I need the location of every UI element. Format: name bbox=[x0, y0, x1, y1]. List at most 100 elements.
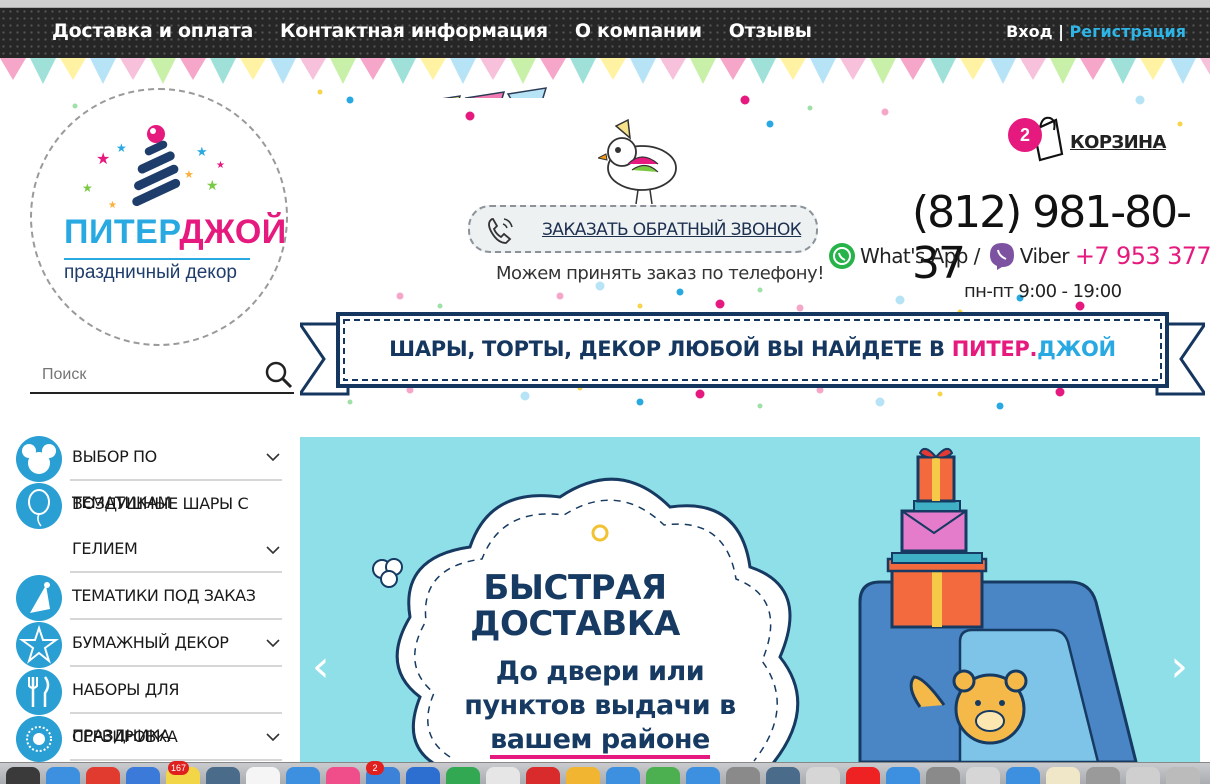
settings-icon[interactable] bbox=[726, 767, 760, 784]
sidebar-item-custom-themes[interactable]: ТЕМАТИКИ ПОД ЗАКАЗ bbox=[16, 573, 282, 621]
auth-links: Вход | Регистрация bbox=[1006, 22, 1186, 41]
preview-icon[interactable] bbox=[486, 767, 520, 784]
search-bar bbox=[30, 360, 294, 394]
nav-about-link[interactable]: О компании bbox=[575, 20, 702, 42]
chevron-down-icon[interactable] bbox=[266, 453, 280, 461]
svg-text:★: ★ bbox=[216, 160, 225, 171]
slider-next-arrow-icon[interactable]: › bbox=[1170, 641, 1188, 692]
sidebar-item-party-sets[interactable]: НАБОРЫ ДЛЯ ПРАЗДНИКА bbox=[16, 667, 282, 745]
sketch-icon[interactable] bbox=[566, 767, 600, 784]
confetti-dot bbox=[347, 399, 353, 405]
confetti-dot bbox=[636, 398, 644, 406]
confetti-dot bbox=[637, 303, 643, 309]
chevron-down-icon[interactable] bbox=[266, 546, 280, 554]
logo-tagline: праздничный декор bbox=[64, 258, 250, 284]
misc-icon[interactable] bbox=[1166, 767, 1200, 784]
confetti-dot bbox=[757, 403, 763, 409]
confetti-dot bbox=[766, 120, 774, 128]
logo-emblem-icon: ★ ★ ★ ★ ★ ★ ★ ★ bbox=[82, 125, 225, 211]
whatsapp-icon[interactable] bbox=[828, 242, 856, 270]
banner-subtitle-line1: До двери или bbox=[495, 656, 705, 687]
svg-text:★: ★ bbox=[96, 151, 110, 168]
confetti-dot bbox=[996, 402, 1004, 410]
calendar-icon[interactable] bbox=[846, 767, 880, 784]
telegram-icon[interactable] bbox=[606, 767, 640, 784]
viber-icon[interactable] bbox=[988, 241, 1016, 271]
cutlery-icon bbox=[16, 669, 62, 715]
banner-subtitle-line3: вашем районе bbox=[490, 724, 710, 759]
nav-contacts-link[interactable]: Контактная информация bbox=[280, 20, 548, 42]
top-menu: Доставка и оплата Контактная информация … bbox=[52, 20, 812, 42]
sidebar-item-paper-decor[interactable]: БУМАЖНЫЙ ДЕКОР bbox=[16, 620, 282, 668]
search-input[interactable] bbox=[42, 366, 262, 384]
sidebar-item-tableware[interactable]: СЕРВИРОВКА bbox=[16, 714, 282, 762]
confetti-dot bbox=[437, 303, 443, 309]
svg-text:★: ★ bbox=[184, 169, 194, 181]
notification-badge: 2 bbox=[366, 761, 384, 775]
sidebar-item-label: ВОЗДУШНЫЕ ШАРЫ С ГЕЛИЕМ bbox=[72, 494, 249, 558]
callback-button[interactable]: ЗАКАЗАТЬ ОБРАТНЫЙ ЗВОНОК bbox=[468, 205, 818, 253]
confetti-dot bbox=[72, 103, 78, 109]
folder-icon[interactable] bbox=[1006, 767, 1040, 784]
misc-icon[interactable] bbox=[1126, 767, 1160, 784]
skype-icon[interactable] bbox=[686, 767, 720, 784]
sidebar-item-label: СЕРВИРОВКА bbox=[72, 727, 178, 746]
confetti-dot bbox=[875, 397, 885, 407]
app-store-icon[interactable] bbox=[286, 767, 320, 784]
itunes-icon[interactable] bbox=[326, 767, 360, 784]
chevron-down-icon[interactable] bbox=[266, 639, 280, 647]
finder-icon[interactable] bbox=[6, 767, 40, 784]
documents-icon[interactable] bbox=[966, 767, 1000, 784]
mail-icon[interactable] bbox=[126, 767, 160, 784]
confetti-dot bbox=[715, 299, 725, 309]
textedit-icon[interactable] bbox=[806, 767, 840, 784]
category-sidebar: ВЫБОР ПО ТЕМАТИКАМ ВОЗДУШНЫЕ ШАРЫ С ГЕЛИ… bbox=[16, 434, 282, 762]
logo-brand-name[interactable]: ПИТЕРДЖОЙ bbox=[64, 213, 287, 252]
callback-label: ЗАКАЗАТЬ ОБРАТНЫЙ ЗВОНОК bbox=[542, 220, 802, 240]
mail-unread-badge: 167 bbox=[168, 761, 190, 775]
sidebar-item-themes[interactable]: ВЫБОР ПО ТЕМАТИКАМ bbox=[16, 434, 282, 512]
promo-banner-slider[interactable]: БЫСТРАЯ ДОСТАВКА До двери или пунктов вы… bbox=[300, 437, 1200, 762]
bird-illustration-icon bbox=[598, 118, 677, 205]
phone-order-note: Можем принять заказ по телефону! bbox=[496, 263, 824, 284]
slider-prev-arrow-icon[interactable]: ‹ bbox=[312, 641, 330, 692]
mobile-phone-number[interactable]: +7 953 3770235 bbox=[1075, 242, 1210, 270]
nav-delivery-link[interactable]: Доставка и оплата bbox=[52, 20, 253, 42]
music-icon[interactable] bbox=[246, 767, 280, 784]
chrome-icon[interactable] bbox=[86, 767, 120, 784]
register-link[interactable]: Регистрация bbox=[1070, 22, 1187, 41]
finder-folder-icon[interactable] bbox=[886, 767, 920, 784]
word-icon[interactable] bbox=[406, 767, 440, 784]
photos-icon[interactable] bbox=[206, 767, 240, 784]
trash-icon[interactable] bbox=[1086, 767, 1120, 784]
terminal-icon[interactable] bbox=[766, 767, 800, 784]
browser-tab-strip bbox=[0, 0, 1210, 8]
ribbon-slogan-text: ШАРЫ, ТОРТЫ, ДЕКОР ЛЮБОЙ ВЫ НАЙДЕТЕ В bbox=[389, 337, 952, 361]
confetti-dot bbox=[317, 89, 323, 95]
confetti-dot bbox=[895, 295, 905, 305]
nav-reviews-link[interactable]: Отзывы bbox=[729, 20, 812, 42]
cart-link[interactable]: 2 КОРЗИНА bbox=[1006, 114, 1166, 164]
archive-icon[interactable] bbox=[1046, 767, 1080, 784]
messengers-row: What's App / Viber +7 953 3770235 bbox=[828, 240, 1210, 272]
viber-label: Viber bbox=[1019, 244, 1070, 268]
search-icon[interactable] bbox=[264, 360, 294, 390]
cart-count-badge: 2 bbox=[1008, 118, 1042, 152]
main-phone-number[interactable]: (812) 981-80-37 bbox=[912, 187, 1210, 289]
downloads-icon[interactable] bbox=[926, 767, 960, 784]
confetti-dot bbox=[807, 105, 813, 111]
confetti-dot bbox=[396, 292, 404, 300]
svg-text:★: ★ bbox=[196, 144, 208, 159]
safari-icon[interactable] bbox=[46, 767, 80, 784]
sidebar-item-label: ТЕМАТИКИ ПОД ЗАКАЗ bbox=[72, 586, 256, 605]
paper-star-icon bbox=[16, 622, 62, 668]
whatsapp-app-icon[interactable] bbox=[646, 767, 680, 784]
sidebar-item-helium-balloons[interactable]: ВОЗДУШНЫЕ ШАРЫ С ГЕЛИЕМ bbox=[16, 481, 282, 573]
work-hours: пн-пт 9:00 - 19:00 bbox=[964, 281, 1122, 302]
logo-brand-part1: ПИТЕР bbox=[64, 213, 180, 251]
popcorn-icon bbox=[372, 558, 403, 588]
login-link[interactable]: Вход bbox=[1006, 22, 1052, 41]
excel-icon[interactable] bbox=[446, 767, 480, 784]
chevron-down-icon[interactable] bbox=[266, 733, 280, 741]
acrobat-icon[interactable] bbox=[526, 767, 560, 784]
